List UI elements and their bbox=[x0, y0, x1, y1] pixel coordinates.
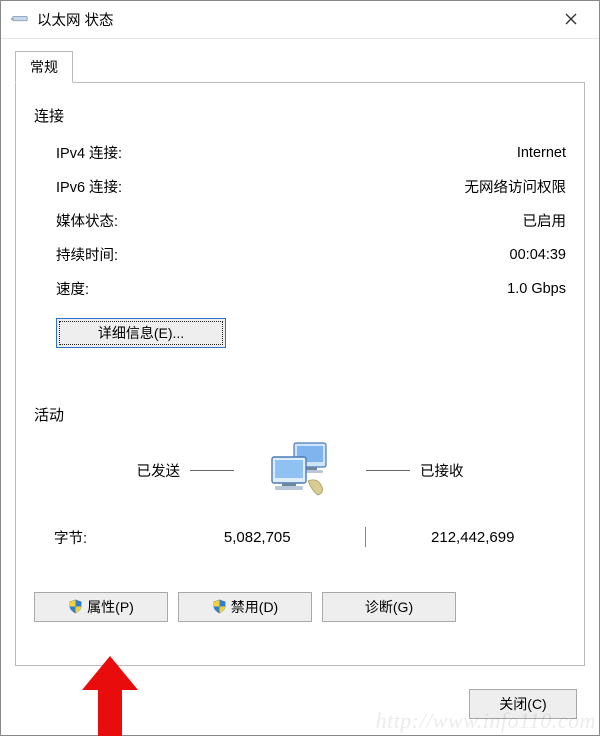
dialog-footer: 关闭(C) bbox=[1, 674, 599, 735]
speed-value: 1.0 Gbps bbox=[507, 281, 566, 297]
ipv4-value: Internet bbox=[517, 145, 566, 161]
content-area: 常规 连接 IPv4 连接: Internet IPv6 连接: 无网络访问权限… bbox=[1, 39, 599, 674]
row-media-state: 媒体状态: 已启用 bbox=[56, 204, 566, 238]
recv-line bbox=[366, 470, 410, 471]
details-button[interactable]: 详细信息(E)... bbox=[56, 318, 226, 348]
activity-section: 活动 已发送 bbox=[34, 404, 566, 622]
bytes-label: 字节: bbox=[40, 527, 170, 548]
action-buttons: 属性(P) 禁用(D) bbox=[34, 592, 566, 622]
tabstrip: 常规 bbox=[15, 51, 585, 83]
bytes-row: 字节: 5,082,705 212,442,699 bbox=[34, 527, 566, 548]
section-connection-label: 连接 bbox=[34, 105, 566, 126]
tab-general[interactable]: 常规 bbox=[15, 51, 73, 83]
diagnose-button-label: 诊断(G) bbox=[365, 597, 413, 617]
vertical-divider bbox=[365, 527, 366, 547]
row-ipv4: IPv4 连接: Internet bbox=[56, 136, 566, 170]
shield-icon bbox=[212, 599, 227, 614]
row-ipv6: IPv6 连接: 无网络访问权限 bbox=[56, 170, 566, 204]
speed-label: 速度: bbox=[56, 278, 89, 299]
disable-button[interactable]: 禁用(D) bbox=[178, 592, 312, 622]
ipv6-value: 无网络访问权限 bbox=[465, 176, 567, 197]
duration-value: 00:04:39 bbox=[510, 247, 566, 263]
tab-panel-general: 连接 IPv4 连接: Internet IPv6 连接: 无网络访问权限 媒体… bbox=[15, 82, 585, 666]
titlebar: 以太网 状态 bbox=[1, 1, 599, 39]
bytes-sent-value: 5,082,705 bbox=[170, 529, 345, 546]
ipv6-label: IPv6 连接: bbox=[56, 176, 122, 197]
bytes-received-value: 212,442,699 bbox=[386, 529, 561, 546]
properties-button-label: 属性(P) bbox=[87, 597, 134, 617]
close-button[interactable]: 关闭(C) bbox=[469, 689, 577, 719]
received-label: 已接收 bbox=[420, 460, 464, 481]
window-title: 以太网 状态 bbox=[37, 9, 551, 30]
media-state-label: 媒体状态: bbox=[56, 210, 118, 231]
window-close-button[interactable] bbox=[551, 4, 591, 34]
row-duration: 持续时间: 00:04:39 bbox=[56, 238, 566, 272]
network-adapter-icon bbox=[11, 13, 29, 25]
section-activity-label: 活动 bbox=[34, 404, 566, 425]
media-state-value: 已启用 bbox=[523, 210, 567, 231]
ipv4-label: IPv4 连接: bbox=[56, 142, 122, 163]
duration-label: 持续时间: bbox=[56, 244, 118, 265]
ethernet-status-window: 以太网 状态 常规 连接 IPv4 连接: Internet IPv6 连接: … bbox=[0, 0, 600, 736]
diagnose-button[interactable]: 诊断(G) bbox=[322, 592, 456, 622]
properties-button[interactable]: 属性(P) bbox=[34, 592, 168, 622]
shield-icon bbox=[68, 599, 83, 614]
computers-icon bbox=[264, 437, 336, 505]
connection-list: IPv4 连接: Internet IPv6 连接: 无网络访问权限 媒体状态:… bbox=[34, 136, 566, 306]
activity-visual: 已发送 bbox=[34, 437, 566, 505]
sent-label: 已发送 bbox=[137, 460, 181, 481]
sent-line bbox=[190, 470, 234, 471]
row-speed: 速度: 1.0 Gbps bbox=[56, 272, 566, 306]
disable-button-label: 禁用(D) bbox=[231, 597, 278, 617]
